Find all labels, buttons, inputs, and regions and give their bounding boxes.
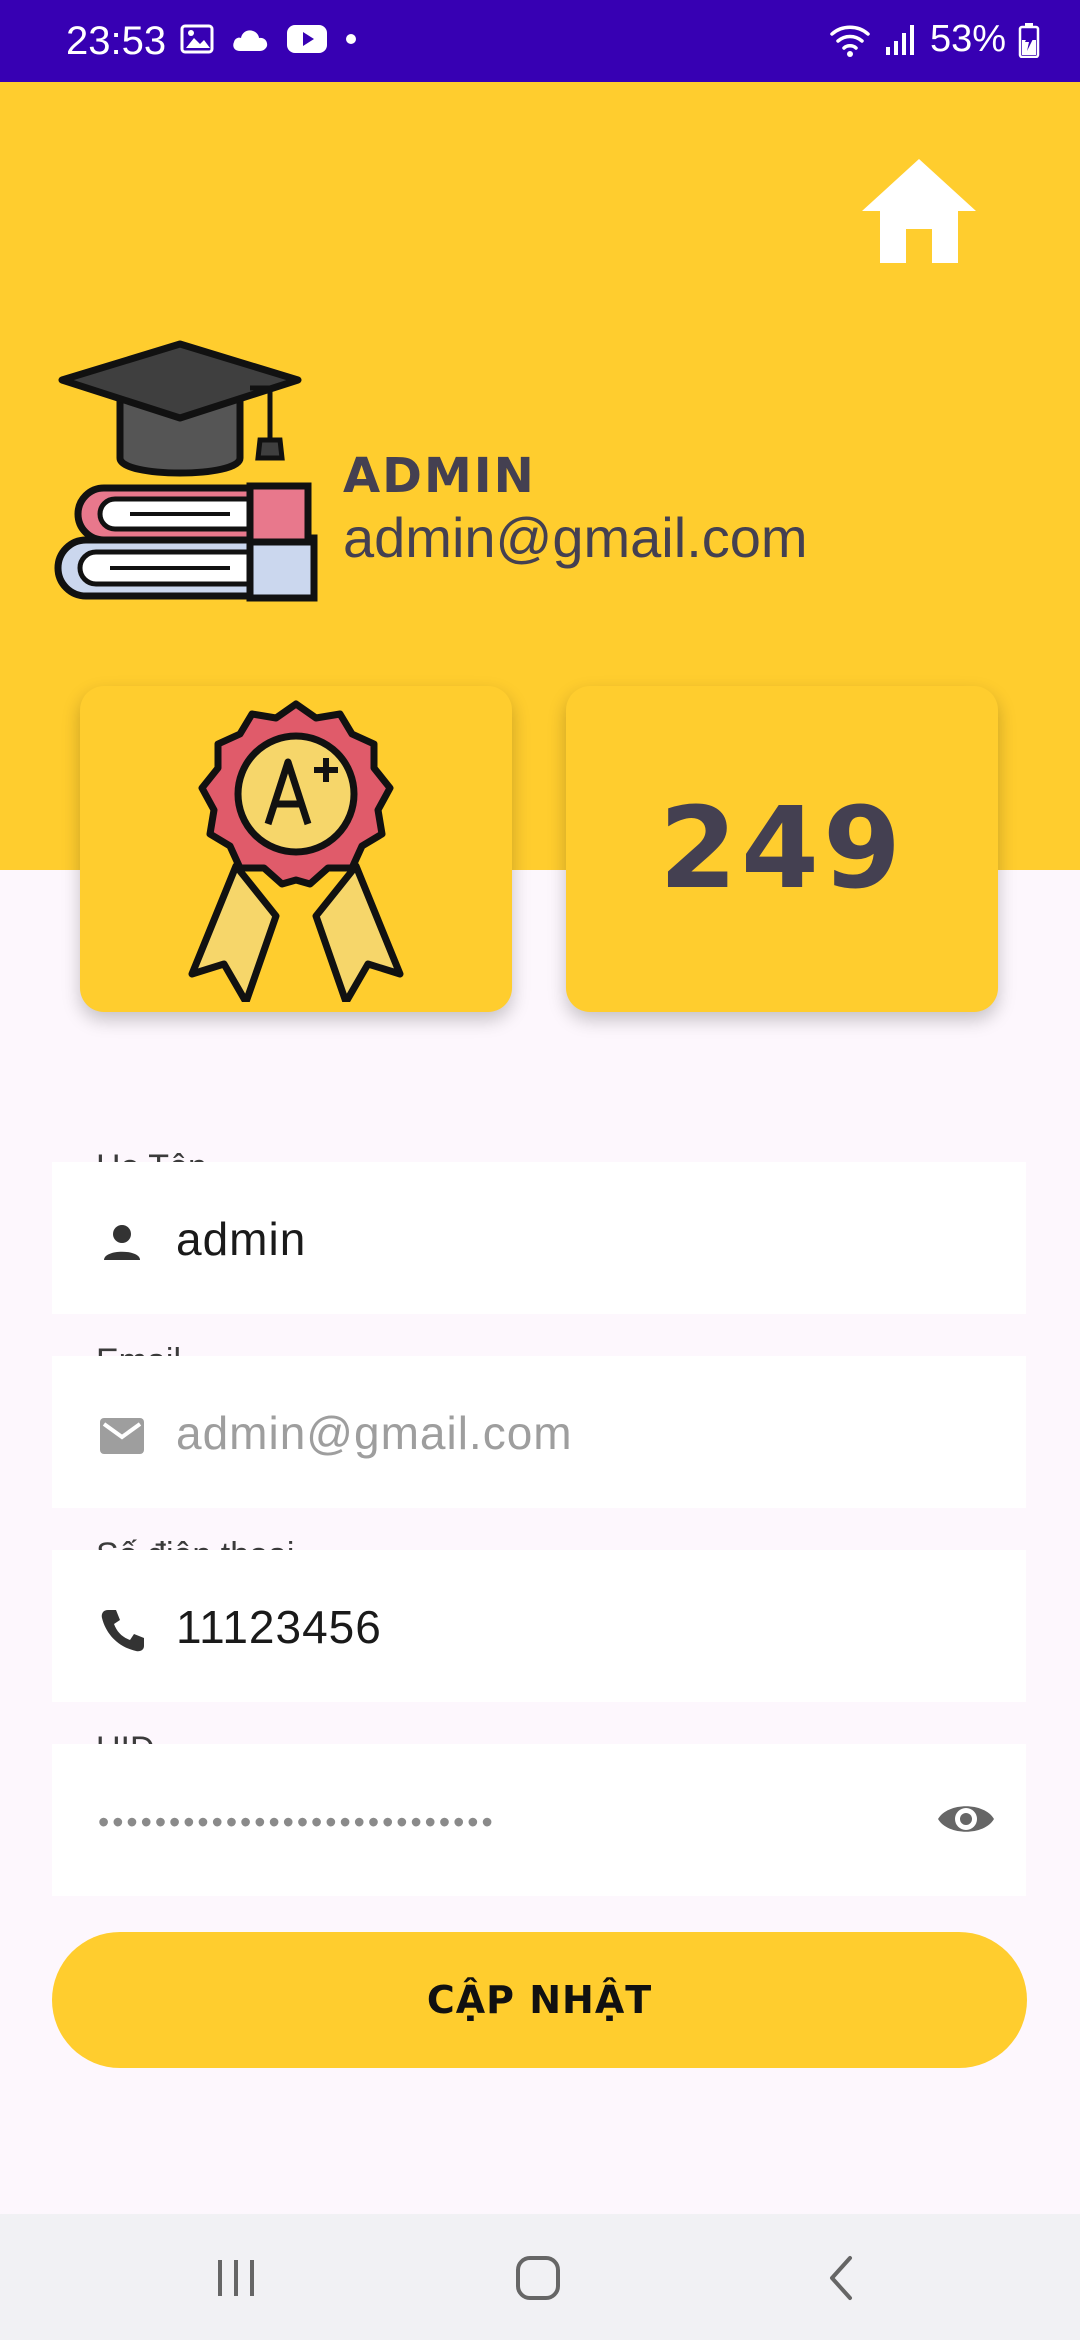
battery-charging-icon	[1018, 22, 1040, 58]
phone-field[interactable]: 11123456	[52, 1550, 1026, 1702]
graduation-books-icon	[54, 340, 318, 602]
status-bar: 23:53 53%	[0, 0, 1080, 82]
uid-field[interactable]: ••••••••••••••••••••••••••••	[52, 1744, 1026, 1896]
email-input: admin@gmail.com	[176, 1407, 573, 1459]
eye-icon[interactable]	[936, 1794, 996, 1844]
award-badge-icon	[188, 700, 404, 1002]
user-name: ADMIN	[343, 448, 536, 504]
status-time: 23:53	[66, 19, 167, 63]
phone-icon	[101, 1610, 144, 1652]
update-button[interactable]: CẬP NHẬT	[52, 1932, 1027, 2068]
back-icon[interactable]	[812, 2248, 872, 2308]
home-icon[interactable]	[858, 155, 980, 267]
score-card[interactable]: 249	[566, 686, 998, 1012]
name-field[interactable]: admin	[52, 1162, 1026, 1314]
cloud-icon	[233, 30, 268, 51]
user-email: admin@gmail.com	[343, 506, 808, 569]
person-icon	[104, 1225, 140, 1260]
youtube-icon	[287, 25, 327, 53]
system-nav-bar	[0, 2214, 1080, 2340]
recent-apps-icon[interactable]	[206, 2248, 266, 2308]
home-nav-icon[interactable]	[508, 2248, 568, 2308]
notification-icons	[180, 24, 358, 54]
dot-icon	[346, 34, 356, 44]
phone-input[interactable]: 11123456	[176, 1600, 382, 1654]
mail-icon	[100, 1418, 144, 1454]
uid-input[interactable]: ••••••••••••••••••••••••••••	[98, 1804, 496, 1841]
battery-percent: 53%	[929, 18, 1006, 60]
wifi-icon	[830, 25, 870, 57]
score-value: 249	[659, 784, 905, 914]
award-card[interactable]	[80, 686, 512, 1012]
email-field: admin@gmail.com	[52, 1356, 1026, 1508]
signal-icon	[885, 24, 914, 55]
name-input[interactable]: admin	[176, 1212, 306, 1266]
system-icons: 53%	[828, 18, 1040, 61]
image-icon	[180, 24, 214, 54]
